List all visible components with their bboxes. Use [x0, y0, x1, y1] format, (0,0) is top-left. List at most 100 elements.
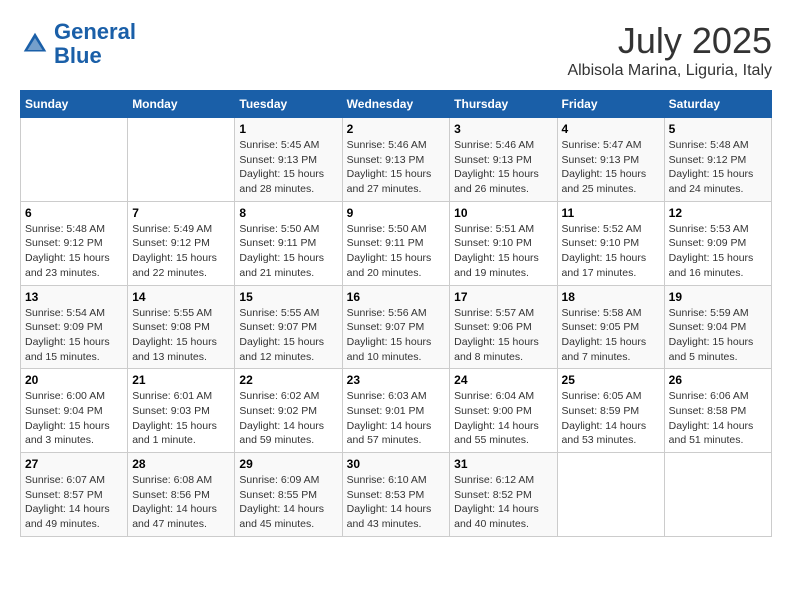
- calendar-cell: 23 Sunrise: 6:03 AM Sunset: 9:01 PM Dayli…: [342, 369, 450, 453]
- day-info: Sunrise: 6:09 AM Sunset: 8:55 PM Dayligh…: [239, 473, 337, 532]
- calendar-cell: 10 Sunrise: 5:51 AM Sunset: 9:10 PM Dayli…: [450, 201, 557, 285]
- weekday-header-row: SundayMondayTuesdayWednesdayThursdayFrid…: [21, 91, 772, 118]
- calendar-cell: 28Sunrise: 6:08 AM Sunset: 8:56 PM Dayli…: [128, 453, 235, 537]
- day-info: Sunrise: 6:06 AM Sunset: 8:58 PM Dayligh…: [669, 389, 767, 448]
- weekday-header-saturday: Saturday: [664, 91, 771, 118]
- day-number: 25: [562, 373, 660, 387]
- calendar-cell: 2 Sunrise: 5:46 AM Sunset: 9:13 PM Daylig…: [342, 118, 450, 202]
- calendar-cell: 7 Sunrise: 5:49 AM Sunset: 9:12 PM Daylig…: [128, 201, 235, 285]
- calendar-cell: 13 Sunrise: 5:54 AM Sunset: 9:09 PM Dayli…: [21, 285, 128, 369]
- day-info: Sunrise: 5:45 AM Sunset: 9:13 PM Dayligh…: [239, 138, 337, 197]
- month-title: July 2025: [567, 20, 772, 62]
- calendar-cell: [21, 118, 128, 202]
- day-number: 9: [347, 206, 446, 220]
- day-info: Sunrise: 5:48 AM Sunset: 9:12 PM Dayligh…: [669, 138, 767, 197]
- day-number: 23: [347, 373, 446, 387]
- day-info: Sunrise: 5:52 AM Sunset: 9:10 PM Dayligh…: [562, 222, 660, 281]
- calendar-cell: 17Sunrise: 5:57 AM Sunset: 9:06 PM Dayli…: [450, 285, 557, 369]
- day-number: 20: [25, 373, 123, 387]
- day-info: Sunrise: 5:51 AM Sunset: 9:10 PM Dayligh…: [454, 222, 552, 281]
- day-number: 22: [239, 373, 337, 387]
- day-number: 12: [669, 206, 767, 220]
- day-info: Sunrise: 6:07 AM Sunset: 8:57 PM Dayligh…: [25, 473, 123, 532]
- day-number: 19: [669, 290, 767, 304]
- calendar-cell: 20 Sunrise: 6:00 AM Sunset: 9:04 PM Dayli…: [21, 369, 128, 453]
- calendar-cell: [664, 453, 771, 537]
- logo-blue: Blue: [54, 43, 102, 68]
- day-info: Sunrise: 5:56 AM Sunset: 9:07 PM Dayligh…: [347, 306, 446, 365]
- day-info: Sunrise: 6:03 AM Sunset: 9:01 PM Dayligh…: [347, 389, 446, 448]
- calendar-cell: 24 Sunrise: 6:04 AM Sunset: 9:00 PM Dayli…: [450, 369, 557, 453]
- calendar-cell: 12 Sunrise: 5:53 AM Sunset: 9:09 PM Dayli…: [664, 201, 771, 285]
- calendar-cell: 22 Sunrise: 6:02 AM Sunset: 9:02 PM Dayli…: [235, 369, 342, 453]
- day-info: Sunrise: 5:55 AM Sunset: 9:07 PM Dayligh…: [239, 306, 337, 365]
- page-header: General Blue July 2025 Albisola Marina, …: [20, 20, 772, 80]
- day-number: 13: [25, 290, 123, 304]
- day-number: 30: [347, 457, 446, 471]
- calendar-cell: 21Sunrise: 6:01 AM Sunset: 9:03 PM Dayli…: [128, 369, 235, 453]
- calendar-cell: 14Sunrise: 5:55 AM Sunset: 9:08 PM Dayli…: [128, 285, 235, 369]
- day-info: Sunrise: 5:50 AM Sunset: 9:11 PM Dayligh…: [239, 222, 337, 281]
- weekday-header-friday: Friday: [557, 91, 664, 118]
- day-info: Sunrise: 6:05 AM Sunset: 8:59 PM Dayligh…: [562, 389, 660, 448]
- day-number: 6: [25, 206, 123, 220]
- day-number: 28: [132, 457, 230, 471]
- calendar-cell: 15 Sunrise: 5:55 AM Sunset: 9:07 PM Dayli…: [235, 285, 342, 369]
- day-info: Sunrise: 5:53 AM Sunset: 9:09 PM Dayligh…: [669, 222, 767, 281]
- logo: General Blue: [20, 20, 136, 68]
- day-info: Sunrise: 5:55 AM Sunset: 9:08 PM Dayligh…: [132, 306, 230, 365]
- day-number: 16: [347, 290, 446, 304]
- calendar-cell: 18 Sunrise: 5:58 AM Sunset: 9:05 PM Dayli…: [557, 285, 664, 369]
- calendar-cell: 9 Sunrise: 5:50 AM Sunset: 9:11 PM Daylig…: [342, 201, 450, 285]
- day-number: 11: [562, 206, 660, 220]
- day-number: 10: [454, 206, 552, 220]
- day-info: Sunrise: 5:58 AM Sunset: 9:05 PM Dayligh…: [562, 306, 660, 365]
- calendar-cell: [128, 118, 235, 202]
- title-block: July 2025 Albisola Marina, Liguria, Ital…: [567, 20, 772, 80]
- logo-general: General: [54, 19, 136, 44]
- day-number: 26: [669, 373, 767, 387]
- day-info: Sunrise: 5:57 AM Sunset: 9:06 PM Dayligh…: [454, 306, 552, 365]
- calendar-cell: 16 Sunrise: 5:56 AM Sunset: 9:07 PM Dayli…: [342, 285, 450, 369]
- weekday-header-sunday: Sunday: [21, 91, 128, 118]
- logo-icon: [20, 29, 50, 59]
- location-subtitle: Albisola Marina, Liguria, Italy: [567, 62, 772, 80]
- day-info: Sunrise: 6:02 AM Sunset: 9:02 PM Dayligh…: [239, 389, 337, 448]
- day-number: 29: [239, 457, 337, 471]
- day-info: Sunrise: 5:46 AM Sunset: 9:13 PM Dayligh…: [347, 138, 446, 197]
- calendar-cell: 3 Sunrise: 5:46 AM Sunset: 9:13 PM Daylig…: [450, 118, 557, 202]
- calendar-cell: 6 Sunrise: 5:48 AM Sunset: 9:12 PM Daylig…: [21, 201, 128, 285]
- day-info: Sunrise: 5:54 AM Sunset: 9:09 PM Dayligh…: [25, 306, 123, 365]
- day-info: Sunrise: 6:04 AM Sunset: 9:00 PM Dayligh…: [454, 389, 552, 448]
- day-number: 3: [454, 122, 552, 136]
- day-info: Sunrise: 5:50 AM Sunset: 9:11 PM Dayligh…: [347, 222, 446, 281]
- weekday-header-thursday: Thursday: [450, 91, 557, 118]
- calendar-cell: 30Sunrise: 6:10 AM Sunset: 8:53 PM Dayli…: [342, 453, 450, 537]
- calendar-cell: 8Sunrise: 5:50 AM Sunset: 9:11 PM Daylig…: [235, 201, 342, 285]
- day-info: Sunrise: 5:46 AM Sunset: 9:13 PM Dayligh…: [454, 138, 552, 197]
- calendar-week-1: 1 Sunrise: 5:45 AM Sunset: 9:13 PM Daylig…: [21, 118, 772, 202]
- calendar-cell: 27Sunrise: 6:07 AM Sunset: 8:57 PM Dayli…: [21, 453, 128, 537]
- day-number: 31: [454, 457, 552, 471]
- weekday-header-monday: Monday: [128, 91, 235, 118]
- day-number: 15: [239, 290, 337, 304]
- calendar-cell: 19Sunrise: 5:59 AM Sunset: 9:04 PM Dayli…: [664, 285, 771, 369]
- calendar-cell: 1 Sunrise: 5:45 AM Sunset: 9:13 PM Daylig…: [235, 118, 342, 202]
- day-info: Sunrise: 5:49 AM Sunset: 9:12 PM Dayligh…: [132, 222, 230, 281]
- calendar-cell: 26 Sunrise: 6:06 AM Sunset: 8:58 PM Dayli…: [664, 369, 771, 453]
- day-number: 24: [454, 373, 552, 387]
- day-info: Sunrise: 5:47 AM Sunset: 9:13 PM Dayligh…: [562, 138, 660, 197]
- day-number: 18: [562, 290, 660, 304]
- calendar-cell: 29 Sunrise: 6:09 AM Sunset: 8:55 PM Dayli…: [235, 453, 342, 537]
- calendar-table: SundayMondayTuesdayWednesdayThursdayFrid…: [20, 90, 772, 537]
- calendar-cell: 4Sunrise: 5:47 AM Sunset: 9:13 PM Daylig…: [557, 118, 664, 202]
- day-info: Sunrise: 6:00 AM Sunset: 9:04 PM Dayligh…: [25, 389, 123, 448]
- day-number: 2: [347, 122, 446, 136]
- day-info: Sunrise: 6:12 AM Sunset: 8:52 PM Dayligh…: [454, 473, 552, 532]
- calendar-cell: [557, 453, 664, 537]
- day-number: 7: [132, 206, 230, 220]
- day-number: 1: [239, 122, 337, 136]
- day-info: Sunrise: 5:48 AM Sunset: 9:12 PM Dayligh…: [25, 222, 123, 281]
- calendar-cell: 5Sunrise: 5:48 AM Sunset: 9:12 PM Daylig…: [664, 118, 771, 202]
- calendar-week-3: 13 Sunrise: 5:54 AM Sunset: 9:09 PM Dayli…: [21, 285, 772, 369]
